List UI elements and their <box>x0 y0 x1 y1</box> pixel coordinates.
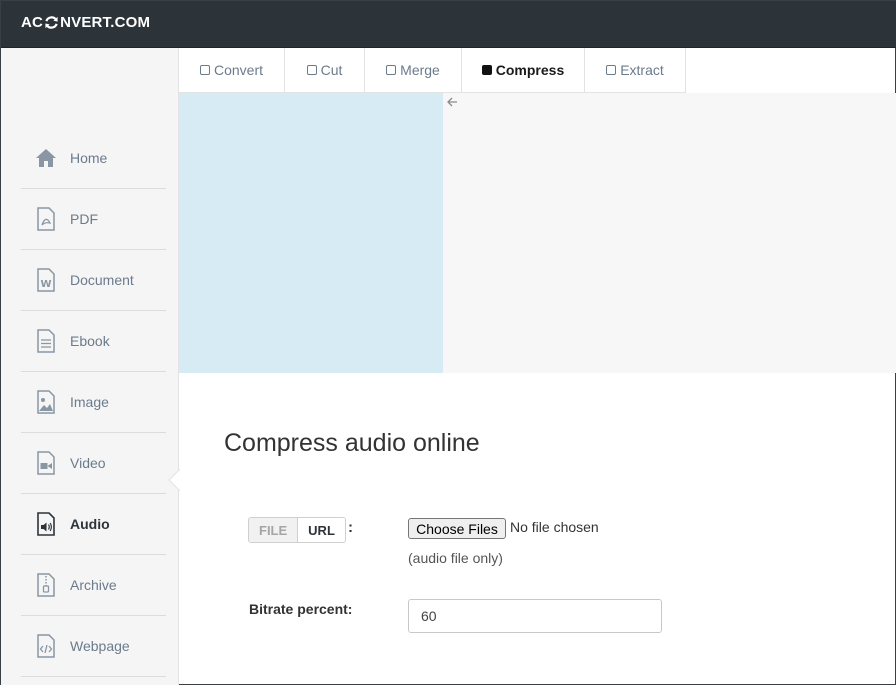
sidebar-item-audio[interactable]: Audio <box>21 494 166 555</box>
svg-text:W: W <box>41 279 52 290</box>
sidebar-item-label: Ebook <box>70 333 110 349</box>
home-icon <box>35 146 57 170</box>
sidebar-item-label: Archive <box>70 577 117 593</box>
webpage-code-icon <box>35 634 57 658</box>
url-source-button[interactable]: URL <box>298 518 345 542</box>
logo-text-right: NVERT.COM <box>60 14 151 31</box>
toggle-colon: : <box>348 519 353 536</box>
tab-merge[interactable]: Merge <box>365 48 462 93</box>
sidebar-item-document[interactable]: W Document <box>21 250 166 311</box>
tab-label: Compress <box>495 62 565 78</box>
top-navbar: AC NVERT.COM <box>1 1 896 48</box>
sidebar-item-label: Webpage <box>70 638 130 654</box>
file-type-hint: (audio file only) <box>408 550 503 566</box>
audio-file-icon <box>35 512 57 536</box>
sidebar-item-label: Audio <box>70 516 110 532</box>
tab-compress[interactable]: Compress <box>462 48 585 93</box>
sidebar-item-archive[interactable]: Archive <box>21 555 166 616</box>
tab-label: Extract <box>620 62 664 78</box>
tab-cut[interactable]: Cut <box>285 48 365 93</box>
tab-label: Convert <box>213 62 264 78</box>
sidebar-item-label: Home <box>70 150 108 166</box>
sidebar-item-label: Video <box>70 455 106 471</box>
refresh-logo-icon <box>45 16 58 29</box>
sidebar: Home PDF W Document Ebook Image Video Au… <box>1 48 179 685</box>
tab-extract[interactable]: Extract <box>585 48 686 93</box>
sidebar-item-webpage[interactable]: Webpage <box>21 616 166 677</box>
checkbox-icon <box>386 65 397 75</box>
bitrate-input[interactable] <box>408 599 662 633</box>
page-title: Compress audio online <box>224 429 480 457</box>
checkbox-icon <box>306 65 317 75</box>
logo-text-left: AC <box>21 14 44 31</box>
ad-banner-left <box>179 93 443 373</box>
tab-convert[interactable]: Convert <box>179 48 285 93</box>
sidebar-item-label: PDF <box>70 211 98 227</box>
checkbox-icon <box>199 65 210 75</box>
file-source-button[interactable]: FILE <box>249 518 299 542</box>
source-toggle: FILE URL <box>248 517 346 543</box>
bitrate-label: Bitrate percent: <box>249 601 353 617</box>
sidebar-item-label: Document <box>70 272 134 288</box>
checkbox-icon <box>606 65 617 75</box>
arrow-left-icon[interactable] <box>446 96 458 108</box>
image-icon <box>35 390 57 414</box>
archive-icon <box>35 573 57 597</box>
checked-box-icon <box>481 65 492 75</box>
tab-label: Merge <box>400 62 440 78</box>
sidebar-item-video[interactable]: Video <box>21 433 166 494</box>
ad-banner-right <box>443 93 896 373</box>
sidebar-item-home[interactable]: Home <box>21 128 166 189</box>
sidebar-item-pdf[interactable]: PDF <box>21 189 166 250</box>
sidebar-item-image[interactable]: Image <box>21 372 166 433</box>
pdf-file-icon <box>35 207 57 231</box>
word-document-icon: W <box>35 268 57 292</box>
site-logo[interactable]: AC NVERT.COM <box>21 14 150 31</box>
no-file-status: No file chosen <box>510 519 599 535</box>
active-item-pointer <box>168 469 180 491</box>
sidebar-item-label: Image <box>70 394 109 410</box>
video-icon <box>35 451 57 475</box>
sidebar-item-ebook[interactable]: Ebook <box>21 311 166 372</box>
tool-tabs: Convert Cut Merge Compress Extract <box>179 48 686 93</box>
ebook-icon <box>35 329 57 353</box>
tab-label: Cut <box>320 62 343 78</box>
choose-files-button[interactable]: Choose Files <box>408 518 506 539</box>
